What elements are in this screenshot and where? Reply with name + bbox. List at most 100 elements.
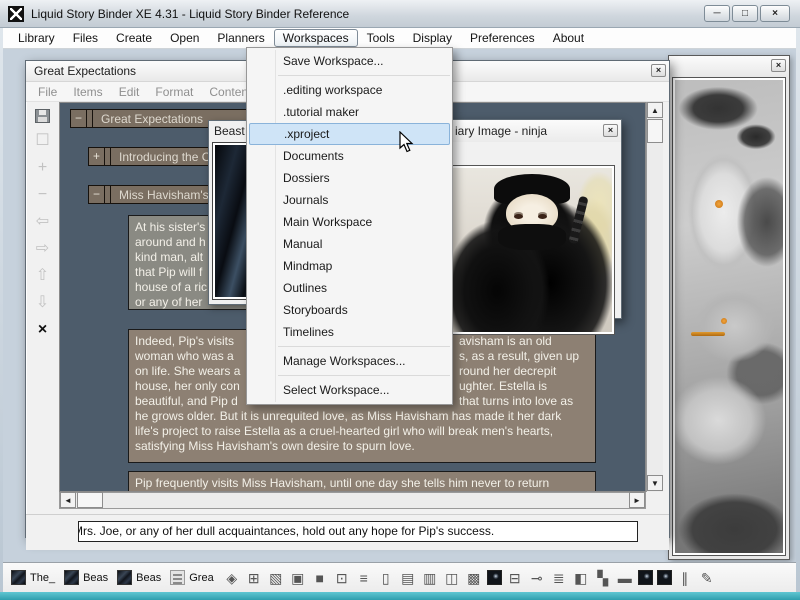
layers-icon[interactable]: ◈ — [223, 564, 241, 592]
paragraph-right-fragment: avisham is an old s, as a result, given … — [459, 334, 579, 409]
menu-about[interactable]: About — [544, 29, 593, 47]
close-button[interactable]: × — [760, 5, 790, 22]
menu-files[interactable]: Files — [64, 29, 107, 47]
table-icon[interactable]: ▤ — [399, 564, 417, 592]
menu-item-dossiers[interactable]: Dossiers — [247, 167, 452, 189]
status-text-field[interactable]: Mrs. Joe, or any of her dull acquaintanc… — [78, 521, 638, 542]
save-icon[interactable]: ▣ — [289, 564, 307, 592]
ge-menu-edit[interactable]: Edit — [115, 85, 152, 99]
outline-list-icon[interactable]: ≣ — [550, 564, 568, 592]
ninja-veil — [498, 224, 566, 250]
close-icon[interactable]: × — [651, 64, 666, 77]
image-thumb-icon[interactable] — [487, 570, 502, 585]
image-sparkle-icon[interactable] — [657, 570, 672, 585]
window-title: Liquid Story Binder XE 4.31 - Liquid Sto… — [31, 7, 349, 21]
ninja-image-window[interactable]: iary Image - ninja × — [440, 119, 622, 319]
menu-separator — [278, 346, 450, 347]
save-icon[interactable] — [35, 109, 50, 123]
menu-item-select-workspace[interactable]: Select Workspace... — [247, 379, 452, 401]
menu-planners[interactable]: Planners — [208, 29, 273, 47]
remove-icon[interactable]: − — [33, 186, 53, 204]
menu-item-editing-workspace[interactable]: .editing workspace — [247, 79, 452, 101]
quill-icon[interactable]: ✎ — [698, 564, 716, 592]
menu-item-xproject[interactable]: .xproject — [249, 123, 450, 145]
arrow-down-icon[interactable]: ⇩ — [33, 294, 53, 312]
square-icon[interactable]: ■ — [311, 564, 329, 592]
scroll-right-icon[interactable]: ► — [629, 492, 645, 508]
pause-icon[interactable]: ∥ — [676, 564, 694, 592]
vscroll-thumb[interactable] — [647, 119, 663, 143]
ninja-window-titlebar[interactable]: iary Image - ninja × — [441, 120, 621, 142]
delete-x-icon[interactable]: × — [33, 321, 53, 339]
selection-icon[interactable]: ⊡ — [333, 564, 351, 592]
notes-icon[interactable]: ≡ — [355, 564, 373, 592]
menu-item-manage-workspaces[interactable]: Manage Workspaces... — [247, 350, 452, 372]
cyborg-image-window[interactable]: × — [668, 55, 790, 560]
image-thumbnail-icon — [11, 570, 26, 585]
close-icon[interactable]: × — [603, 124, 618, 137]
ge-menu-format[interactable]: Format — [151, 85, 205, 99]
hscroll-thumb[interactable] — [77, 492, 103, 508]
main-titlebar[interactable]: Liquid Story Binder XE 4.31 - Liquid Sto… — [0, 0, 800, 28]
task-button-the[interactable]: The_ — [11, 570, 55, 585]
add-icon[interactable]: + — [33, 159, 53, 177]
maximize-button[interactable]: □ — [732, 5, 758, 22]
image-thumbnail-icon — [64, 570, 79, 585]
window-edge — [796, 28, 800, 600]
menu-display[interactable]: Display — [404, 29, 461, 47]
grid-icon[interactable]: ⊞ — [245, 564, 263, 592]
menu-item-journals[interactable]: Journals — [247, 189, 452, 211]
layout-icon[interactable]: ▚ — [594, 564, 612, 592]
columns-icon[interactable]: ◧ — [572, 564, 590, 592]
menu-library[interactable]: Library — [9, 29, 64, 47]
menu-item-main-workspace[interactable]: Main Workspace — [247, 211, 452, 233]
menu-workspaces[interactable]: Workspaces — [274, 29, 358, 47]
scroll-left-icon[interactable]: ◄ — [60, 492, 76, 508]
menu-item-documents[interactable]: Documents — [247, 145, 452, 167]
stop-square-icon[interactable]: ☐ — [33, 132, 53, 150]
menu-item-outlines[interactable]: Outlines — [247, 277, 452, 299]
new-page-icon[interactable]: ▯ — [377, 564, 395, 592]
close-icon[interactable]: × — [771, 59, 786, 72]
scroll-up-icon[interactable]: ▲ — [647, 102, 663, 118]
task-button-beas1[interactable]: Beas — [64, 570, 108, 585]
calendar-icon[interactable]: ⊟ — [506, 564, 524, 592]
minimize-button[interactable]: ─ — [704, 5, 730, 22]
list-panel-icon[interactable]: ▥ — [421, 564, 439, 592]
ge-menu-file[interactable]: File — [34, 85, 69, 99]
split-view-icon[interactable]: ◫ — [443, 564, 461, 592]
arrow-up-icon[interactable]: ⇧ — [33, 267, 53, 285]
menu-item-tutorial-maker[interactable]: .tutorial maker — [247, 101, 452, 123]
menu-item-mindmap[interactable]: Mindmap — [247, 255, 452, 277]
image-dark-icon[interactable] — [638, 570, 653, 585]
orange-accent-dash — [691, 332, 725, 336]
menu-item-storyboards[interactable]: Storyboards — [247, 299, 452, 321]
vertical-scrollbar[interactable]: ▲ ▼ — [646, 102, 663, 492]
menu-item-save-workspace[interactable]: Save Workspace... — [247, 50, 452, 72]
horizontal-scrollbar[interactable]: ◄ ► — [59, 492, 646, 509]
collapse-icon[interactable]: − — [89, 186, 105, 203]
cyborg-window-titlebar[interactable]: × — [669, 56, 789, 76]
expand-icon[interactable]: + — [89, 148, 105, 165]
mosaic-icon[interactable]: ▩ — [465, 564, 483, 592]
menu-open[interactable]: Open — [161, 29, 208, 47]
task-button-grea[interactable]: Grea — [170, 570, 213, 585]
ge-menu-items[interactable]: Items — [69, 85, 114, 99]
flowchart-icon[interactable]: ⊸ — [528, 564, 546, 592]
task-button-beas2[interactable]: Beas — [117, 570, 161, 585]
outline-node-label: Introducing the O — [111, 148, 217, 165]
paragraph-pip-visits[interactable]: Pip frequently visits Miss Havisham, unt… — [128, 471, 596, 492]
menu-create[interactable]: Create — [107, 29, 161, 47]
scroll-down-icon[interactable]: ▼ — [647, 475, 663, 491]
arrow-right-icon[interactable]: ⇨ — [33, 240, 53, 258]
package-icon[interactable]: ▧ — [267, 564, 285, 592]
cyborg-artwork — [673, 78, 785, 555]
app-icon — [8, 6, 24, 22]
menu-item-manual[interactable]: Manual — [247, 233, 452, 255]
arrow-left-icon[interactable]: ⇦ — [33, 213, 53, 231]
menu-preferences[interactable]: Preferences — [461, 29, 544, 47]
menu-tools[interactable]: Tools — [358, 29, 404, 47]
collapse-icon[interactable]: − — [71, 110, 87, 127]
stack-icon[interactable]: ▬ — [616, 564, 634, 592]
menu-item-timelines[interactable]: Timelines — [247, 321, 452, 343]
